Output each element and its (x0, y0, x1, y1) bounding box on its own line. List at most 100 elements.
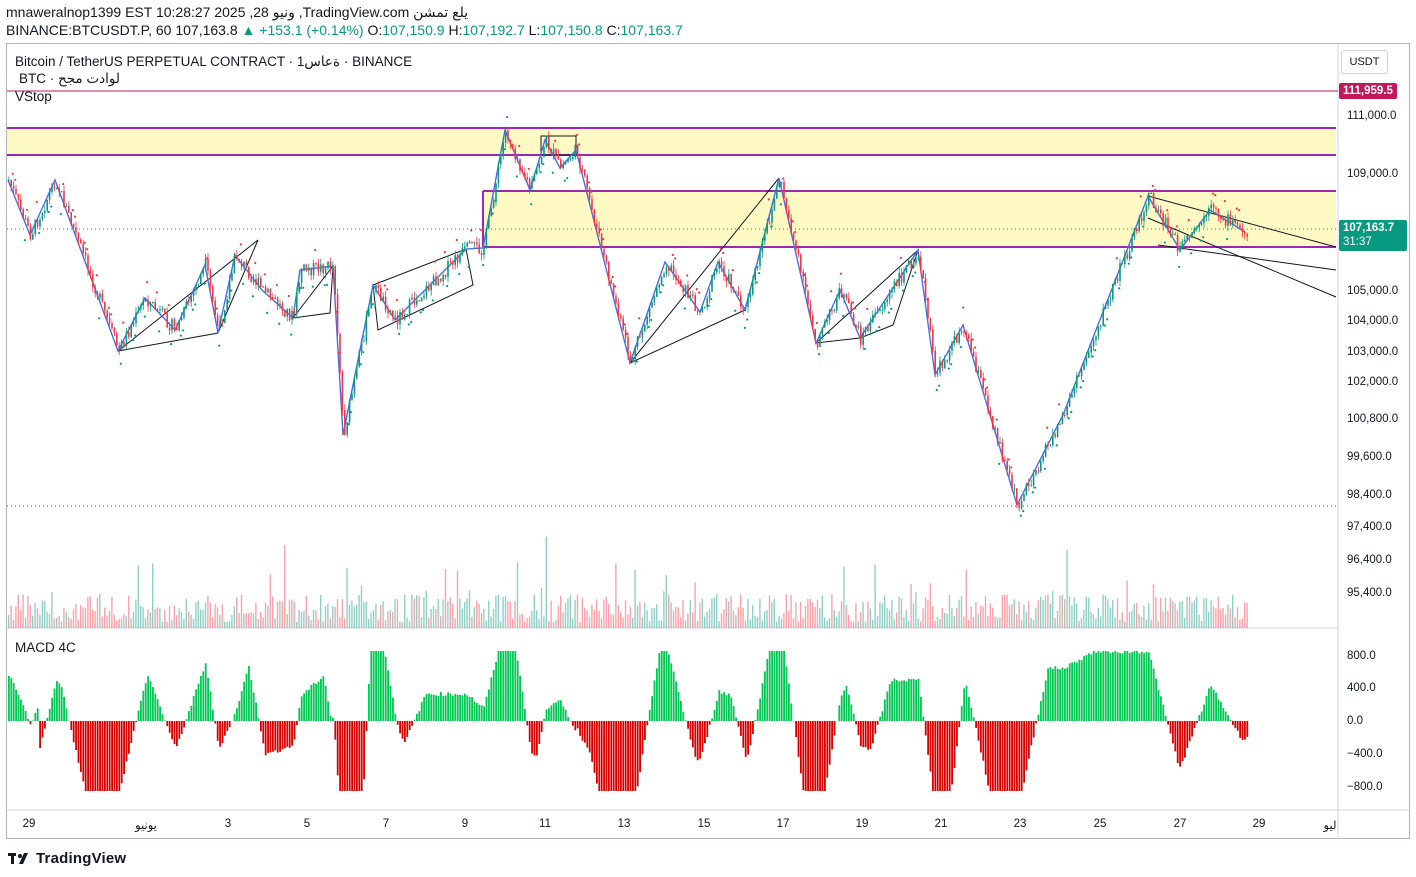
macd-bar (663, 651, 665, 721)
volume-bar (857, 621, 859, 628)
volume-bar (785, 594, 787, 628)
volume-bar (1200, 621, 1203, 628)
candle-body (675, 274, 677, 280)
candle-body (1004, 459, 1006, 462)
macd-bar (408, 721, 411, 730)
volume-bar (694, 582, 696, 628)
vstop-dot (323, 284, 326, 287)
candle-body (802, 271, 804, 277)
vstop-dot (47, 210, 50, 213)
volume-bar (240, 594, 243, 628)
candle-body (207, 258, 209, 271)
macd-bar (17, 694, 20, 721)
candle-body (600, 233, 603, 250)
volume-bar (358, 595, 360, 628)
macd-bar (212, 710, 214, 721)
volume-bar (824, 617, 826, 628)
volume-bar (579, 621, 581, 628)
volume-bar (668, 594, 670, 628)
volume-bar (1097, 607, 1099, 628)
macd-histogram (8, 651, 1249, 791)
vstop-dot (746, 318, 749, 321)
vstop-dot (407, 323, 410, 326)
candle-body (1066, 406, 1068, 416)
volume-bar (1191, 602, 1193, 628)
volume-bar (425, 590, 427, 628)
vstop-dot (86, 248, 89, 251)
volume-bar (984, 596, 987, 628)
volume-bar (243, 613, 245, 628)
volume-bar (344, 618, 346, 628)
volume-bar (884, 595, 886, 628)
candle-body (430, 285, 432, 291)
candle-body (118, 345, 120, 350)
volume-bar (320, 594, 322, 628)
volume-bar (1167, 610, 1169, 628)
macd-bar (1044, 680, 1047, 721)
candle-body (500, 156, 502, 165)
time-tick: ليو (1323, 820, 1337, 832)
candle-body (34, 219, 36, 235)
vstop-dot (179, 334, 182, 337)
candle-body (1133, 228, 1136, 238)
macd-bar (869, 721, 872, 749)
vstop-dot (587, 181, 590, 184)
candle-body (939, 360, 941, 374)
volume-bar (212, 617, 214, 628)
volume-bar (1004, 594, 1006, 628)
tradingview-logo[interactable]: TradingView (8, 850, 126, 867)
macd-bar (886, 691, 889, 721)
volume-bar (836, 617, 838, 628)
vstop-legend[interactable]: VStop (15, 89, 52, 104)
volume-bar (915, 592, 917, 628)
vstop-dot (791, 220, 794, 223)
volume-bar (524, 621, 526, 628)
candle-body (87, 255, 89, 270)
macd-bar (404, 721, 406, 742)
volume-legend[interactable]: BTC · لوادت مجح (19, 71, 120, 87)
volume-bar (1131, 610, 1133, 628)
candle-body (29, 225, 32, 240)
vstop-dot (539, 171, 542, 174)
macd-bar (351, 721, 353, 791)
volume-bar (507, 601, 509, 628)
volume-bar (735, 615, 737, 628)
volume-bar (562, 612, 564, 628)
currency-button[interactable]: USDT (1341, 50, 1388, 74)
volume-bar (401, 621, 403, 628)
candle-body (574, 144, 576, 158)
volume-bar (699, 603, 701, 628)
macd-legend[interactable]: MACD 4C (15, 640, 76, 655)
volume-bar (660, 620, 663, 628)
macd-bar (608, 721, 610, 791)
volume-bar (48, 614, 51, 628)
volume-bar (286, 614, 288, 628)
candle-body (951, 342, 953, 351)
macd-bar (634, 721, 637, 791)
volume-bar (704, 616, 706, 628)
candle-body (322, 264, 324, 274)
vstop-dot (506, 115, 509, 119)
macd-bar (1020, 721, 1023, 791)
candle-body (507, 130, 509, 140)
macd-bar (807, 721, 809, 791)
chart-canvas[interactable] (0, 0, 1416, 877)
vstop-dot (386, 288, 389, 291)
vstop-dot (278, 322, 281, 325)
macd-bar (1208, 688, 1210, 721)
candle-body (116, 333, 118, 346)
macd-bar (852, 713, 855, 721)
macd-bar (200, 675, 202, 721)
candle-body (356, 366, 358, 379)
vstop-dot (563, 179, 566, 182)
macd-bar (809, 721, 812, 791)
volume-bar (780, 618, 783, 628)
vstop-dot (950, 363, 953, 366)
macd-bar (1097, 651, 1100, 721)
macd-bar (106, 721, 109, 791)
macd-bar (1023, 721, 1025, 783)
volume-bar (8, 615, 10, 628)
volume-bar (528, 616, 531, 628)
volume-bar (1162, 611, 1164, 628)
symbol-title[interactable]: Bitcoin / TetherUS PERPETUAL CONTRACT · … (15, 54, 412, 70)
